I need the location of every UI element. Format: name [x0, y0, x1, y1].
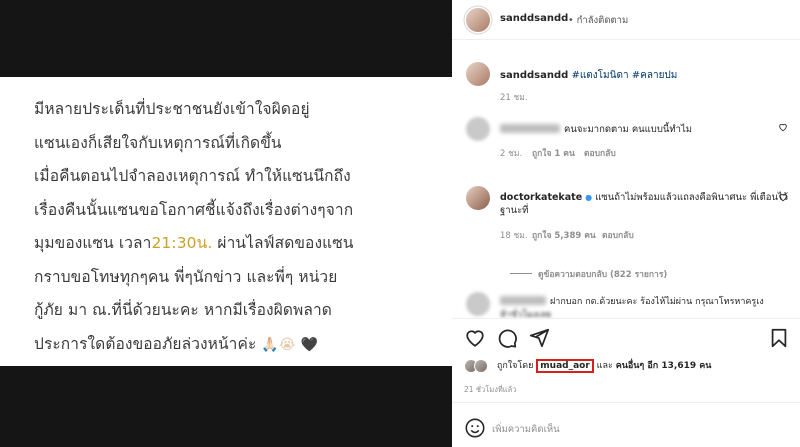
header-avatar[interactable] — [466, 8, 490, 32]
comment-2-reply-button[interactable]: ตอบกลับ — [602, 228, 634, 242]
post-line-7: กู้ภัย มา ณ.ที่นี่ด้วยนะคะ หากมีเรื่องผิ… — [34, 301, 332, 319]
post-time-highlight: 21:30น. — [151, 234, 213, 252]
view-replies-line — [510, 273, 532, 274]
comment-2-line-1: doctorkatekate ● แซนถ้าไม่พร้อมแล้วแถลงค… — [500, 190, 788, 205]
share-send-icon[interactable] — [528, 327, 550, 349]
heart-outline-icon[interactable] — [778, 122, 788, 132]
likes-and: และ — [596, 361, 613, 371]
comment-1-likes[interactable]: ถูกใจ 1 คน — [532, 146, 575, 160]
post-line-8-text: ประการใดต้องขออภัยล่วงหน้าค่ะ — [34, 334, 257, 353]
post-line-4: เรื่องคืนนั้นแซนขอโอกาศชี้แจ้งถึงเรื่องต… — [34, 200, 354, 219]
post-text-card: มีหลายประเด็นที่ประชาชนยังเข้าใจผิดอยู่ … — [0, 77, 452, 366]
post-line-5-post: ผ่านไลฟ์สดของแซน — [212, 234, 354, 252]
comment-2-avatar[interactable] — [466, 186, 490, 210]
verified-badge-icon: ● — [585, 193, 593, 202]
comment-1-time: 2 ชม. — [500, 149, 523, 159]
caption-time: 21 ชม. — [500, 93, 528, 103]
comment-3-text-1: ฝากบอก กด.ด้วยนะคะ ร้องไห้ไม่ผ่าน กรุณาโ… — [550, 297, 764, 307]
add-comment-input[interactable]: เพิ่มความคิดเห็น — [492, 422, 560, 437]
comment-bubble-icon[interactable] — [496, 327, 518, 349]
post-line-8: ประการใดต้องขออภัยล่วงหน้าค่ะ 🙏🏻😭 🖤 — [34, 328, 452, 363]
comment-2-text-1: แซนถ้าไม่พร้อมแล้วแถลงคือพินาศนะ พี่เตือ… — [595, 192, 789, 203]
comment-1-reply-button[interactable]: ตอบกลับ — [584, 146, 616, 160]
post-line-6: กราบขอโทษทุกๆคน พี่ๆนักข่าว และพี่ๆ หน่ว… — [34, 267, 338, 286]
liker-username[interactable]: muad_aor — [536, 359, 594, 373]
post-time: 21 ชั่วโมงที่แล้ว — [464, 385, 517, 394]
actions-divider — [452, 318, 800, 319]
following-status[interactable]: • กำลังติดตาม — [568, 13, 628, 28]
bookmark-icon[interactable] — [768, 327, 790, 349]
post-line-3: เมื่อคืนตอนไปจำลองเหตุการณ์ ทำให้แซนนึกถ… — [34, 167, 351, 185]
liker-avatar — [474, 358, 488, 373]
likes-others[interactable]: คนอื่นๆ อีก 13,619 คน — [616, 361, 712, 371]
post-line-2: แซนเองก็เสียใจกับเหตุการณ์ที่เกิดขึ้น — [34, 133, 282, 152]
post-side-panel: sanddsandd • กำลังติดตาม sanddsandd #แตง… — [452, 0, 800, 447]
heart-outline-icon[interactable] — [778, 192, 788, 202]
comment-3-avatar-blurred — [466, 292, 490, 316]
caption-hashtags[interactable]: #แตงโมนิดา #คลายปม — [571, 70, 677, 81]
post-line-5-pre: มุมของแซน เวลา — [34, 234, 152, 252]
caption-avatar[interactable] — [466, 62, 490, 86]
post-line-5: มุมของแซน เวลา21:30น. ผ่านไลฟ์สดของแซน — [34, 227, 452, 261]
comment-2-text-2: ฐานะที่ — [500, 205, 529, 216]
like-heart-icon[interactable] — [464, 327, 486, 349]
comment-2-time: 18 ชม. — [500, 231, 528, 241]
post-header: sanddsandd • กำลังติดตาม — [452, 0, 800, 40]
add-comment-bar: เพิ่มความคิดเห็น — [452, 402, 800, 447]
likes-summary: ถูกใจโดย muad_aor และ คนอื่นๆ อีก 13,619… — [464, 358, 711, 373]
likes-prefix: ถูกใจโดย — [496, 361, 534, 371]
post-line-1: มีหลายประเด็นที่ประชาชนยังเข้าใจผิดอยู่ — [34, 100, 310, 118]
header-username[interactable]: sanddsandd — [500, 13, 568, 24]
comment-2-username[interactable]: doctorkatekate — [500, 192, 582, 203]
pray-cry-emoji: 🙏🏻😭 — [261, 336, 296, 353]
comment-2-likes[interactable]: ถูกใจ 5,389 คน — [532, 228, 596, 242]
comment-1-avatar-blurred — [466, 117, 490, 141]
post-image: มีหลายประเด็นที่ประชาชนยังเข้าใจผิดอยู่ … — [0, 0, 452, 447]
emoji-smile-icon[interactable] — [464, 417, 486, 439]
comment-1-username-blurred — [500, 124, 560, 133]
comment-1-text: คนจะมากดตาม คนแบบนี้ทำไม — [564, 124, 692, 135]
caption-username[interactable]: sanddsandd — [500, 70, 568, 81]
view-replies-button[interactable]: ดูข้อความตอบกลับ (822 รายการ) — [538, 267, 667, 281]
black-heart-emoji: 🖤 — [300, 336, 318, 353]
caption: sanddsandd #แตงโมนิดา #คลายปม — [500, 68, 677, 83]
comment-3-username-blurred — [500, 296, 546, 305]
